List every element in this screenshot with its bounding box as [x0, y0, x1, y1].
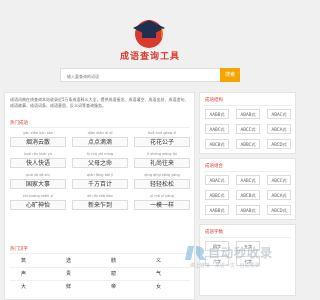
pinyin: qīng qīng sōng sōng	[144, 173, 180, 177]
idiom-item[interactable]: guó jiā dà shì 国家大事	[10, 173, 66, 191]
pinyin: lǐ shàng wǎng lái	[147, 152, 177, 156]
tag-item[interactable]: ABAC式	[205, 175, 229, 185]
idiom-text[interactable]: 千方百计	[72, 179, 128, 189]
divider	[10, 267, 190, 268]
pinyin: guó jiā dà shì	[26, 173, 50, 177]
idiom-text[interactable]: 花花公子	[134, 137, 190, 147]
idiom-item[interactable]: huā huā gōng zǐ 花花公子	[134, 131, 190, 149]
tag-item[interactable]: ABBC式	[236, 139, 260, 149]
char-item[interactable]: 筑	[10, 256, 37, 266]
graduation-cap-icon	[133, 20, 165, 48]
pinyin: diǎn diǎn dī dī	[87, 131, 113, 135]
idiom-text[interactable]: 烟消云散	[10, 137, 66, 147]
watermark-logo-icon	[185, 246, 206, 260]
idiom-text[interactable]: 国家大事	[10, 179, 66, 189]
divider	[204, 171, 291, 172]
pinyin: yān xiāo yún sàn	[23, 131, 53, 135]
idiom-item[interactable]: qīng qīng sōng sōng 轻轻松松	[134, 173, 190, 191]
tag-item[interactable]: ABCB式	[236, 190, 260, 200]
idiom-item[interactable]: fù mǔ zhī mìng 父母之命	[72, 152, 128, 170]
idiom-text[interactable]: 一模一样	[134, 200, 190, 210]
sidebar-title: 成语字数	[205, 230, 223, 235]
tag-item[interactable]: ABAB式	[236, 205, 260, 215]
divider	[204, 237, 291, 238]
header: 成语查询工具 搜索	[0, 0, 300, 90]
idiom-text[interactable]: 新来乍到	[72, 200, 128, 210]
idiom-item[interactable]: lǐ shàng wǎng lái 礼尚往来	[134, 152, 190, 170]
divider	[10, 127, 190, 128]
tag-item[interactable]: ABAB式	[236, 109, 260, 119]
divider	[10, 280, 190, 281]
idiom-text[interactable]: 礼尚往来	[134, 158, 190, 168]
idiom-item[interactable]: kuài rén kuài yǔ 快人快语	[10, 152, 66, 170]
idiom-item[interactable]: yī mó yī yàng 一模一样	[134, 194, 190, 212]
idiom-item[interactable]: yān xiāo yún sàn 烟消云散	[10, 131, 66, 149]
sidebar-title: 成语组合	[205, 164, 223, 169]
tag-item[interactable]: ABCC式	[267, 175, 291, 185]
idiom-text[interactable]: 快人快语	[10, 158, 66, 168]
section-title-chars: 热门汉字	[10, 247, 28, 252]
char-item[interactable]: 选	[55, 256, 82, 266]
tag-item[interactable]: AABC式	[205, 124, 229, 134]
idiom-text[interactable]: 轻轻松松	[134, 179, 190, 189]
tag-item[interactable]: AABB式	[205, 205, 229, 215]
char-item[interactable]: 气	[145, 269, 172, 279]
sidebar-title: 成语结构	[205, 98, 223, 103]
divider	[204, 105, 291, 106]
char-item[interactable]: 声	[10, 269, 37, 279]
idiom-item[interactable]: diǎn diǎn dī dī 点点滴滴	[72, 131, 128, 149]
search-bar: 搜索	[60, 68, 240, 82]
tag-item[interactable]: AABC式	[236, 175, 260, 185]
char-item[interactable]: 鲜	[55, 282, 82, 292]
watermark-subtext: 做上链接 · 来访一次 · 自动收录	[190, 263, 260, 269]
watermark: 自动秒收录 做上链接 · 来访一次 · 自动收录	[178, 244, 300, 272]
site-name: 成语查询工具	[119, 52, 180, 62]
tag-item[interactable]: ABCD式	[267, 139, 291, 149]
idiom-text[interactable]: 点点滴滴	[72, 137, 128, 147]
section-title-idioms: 热门成语	[10, 121, 28, 126]
tag-item[interactable]: ABCC式	[236, 124, 260, 134]
tag-item[interactable]: AABB式	[205, 109, 229, 119]
sidebar-box-structure: 成语结构 AABB式 ABAB式 ABAC式 AABC式 ABCC式 ABCA式…	[199, 92, 296, 154]
pinyin: kuài rén kuài yǔ	[24, 152, 52, 156]
char-item[interactable]: 义	[145, 256, 172, 266]
idiom-item[interactable]: qiān fāng bǎi jì 千方百计	[72, 173, 128, 191]
pinyin: fù mǔ zhī mìng	[86, 152, 114, 156]
tag-item[interactable]: ABCB式	[205, 139, 229, 149]
main-content: 成语词典在线查询本站收录近5万条成语释义大全，提供成语接龙、成语填空、成语出处、…	[4, 92, 195, 300]
tag-item[interactable]: ABCD式	[267, 205, 291, 215]
intro-text: 成语词典在线查询本站收录近5万条成语释义大全，提供成语接龙、成语填空、成语出处、…	[10, 97, 189, 108]
watermark-text: 自动秒收录	[208, 246, 274, 260]
pinyin: qiān fāng bǎi jì	[87, 173, 113, 177]
search-button[interactable]: 搜索	[220, 68, 240, 82]
char-item[interactable]: 女	[145, 282, 172, 292]
tag-item[interactable]: ABCA式	[267, 124, 291, 134]
tag-item[interactable]: ABAC式	[267, 109, 291, 119]
pinyin: xīn kuàng shén yí	[22, 194, 54, 198]
idiom-text[interactable]: 父母之命	[72, 158, 128, 168]
tag-item[interactable]: ABCA式	[267, 190, 291, 200]
pinyin: huā huā gōng zǐ	[147, 131, 177, 135]
pinyin: xīn lái zhà dào	[87, 194, 113, 198]
char-item[interactable]: 骸	[100, 256, 127, 266]
char-item[interactable]: 窟	[100, 269, 127, 279]
char-item[interactable]: 贵	[55, 269, 82, 279]
idiom-item[interactable]: xīn lái zhà dào 新来乍到	[72, 194, 128, 212]
divider	[10, 253, 190, 254]
char-item[interactable]: 大	[10, 282, 37, 292]
tag-item[interactable]: ABBC式	[205, 190, 229, 200]
char-item[interactable]: 帝	[100, 282, 127, 292]
idiom-item[interactable]: xīn kuàng shén yí 心旷神怡	[10, 194, 66, 212]
idiom-text[interactable]: 心旷神怡	[10, 200, 66, 210]
sidebar-box-combination: 成语组合 ABAC式 AABC式 ABCC式 ABBC式 ABCB式 ABCA式…	[199, 158, 296, 220]
search-input[interactable]	[67, 72, 212, 80]
pinyin: yī mó yī yàng	[150, 194, 174, 198]
